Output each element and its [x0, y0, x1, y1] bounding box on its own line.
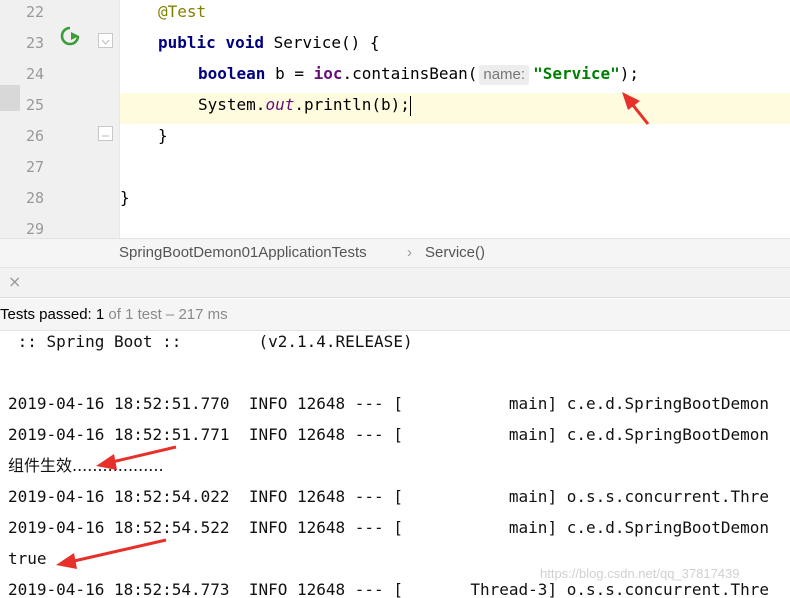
code-editor[interactable]: 22 @Test 23 public void Service() { 24 b…: [0, 0, 790, 238]
brace-token: }: [120, 188, 130, 207]
line-number: 28: [25, 189, 45, 207]
line-number: 26: [25, 127, 45, 145]
code-line-29[interactable]: 29: [0, 217, 790, 238]
console-line: 2019-04-16 18:52:51.771 INFO 12648 --- […: [8, 425, 769, 444]
test-status-bar: Tests passed: 1 of 1 test – 217 ms: [0, 299, 790, 331]
keyword-token: boolean: [198, 64, 266, 83]
code-text[interactable]: public void Service() {: [120, 31, 790, 62]
line-number: 27: [25, 158, 45, 176]
field-token: ioc: [313, 64, 343, 83]
console-line: :: Spring Boot :: (v2.1.4.RELEASE): [8, 332, 413, 351]
line-number: 23: [25, 34, 45, 52]
statement-end-token: );: [619, 64, 640, 83]
breadcrumb-separator: ›: [407, 244, 412, 261]
console-output[interactable]: :: Spring Boot :: (v2.1.4.RELEASE) 2019-…: [0, 331, 790, 598]
line-number: 29: [25, 220, 45, 238]
line-number: 24: [25, 65, 45, 83]
code-line-22[interactable]: 22 @Test: [0, 0, 790, 31]
code-text[interactable]: }: [120, 186, 790, 217]
code-line-23[interactable]: 23 public void Service() {: [0, 31, 790, 62]
code-text[interactable]: @Test: [120, 0, 790, 31]
watermark: https://blog.csdn.net/qq_37817439: [540, 566, 740, 581]
run-test-icon[interactable]: [58, 24, 82, 48]
method-call-token: .containsBean(: [342, 64, 478, 83]
code-line-25[interactable]: 25 System.out.println(b);: [0, 93, 790, 124]
code-line-24[interactable]: 24 boolean b = ioc.containsBean(name: "Se…: [0, 62, 790, 93]
test-status-text: Tests passed: 1 of 1 test – 217 ms: [0, 306, 228, 323]
breadcrumb-class[interactable]: SpringBootDemon01ApplicationTests: [119, 244, 367, 261]
string-literal-token: "Service": [533, 64, 620, 83]
console-line: 2019-04-16 18:52:54.022 INFO 12648 --- […: [8, 487, 769, 506]
fold-marker-icon[interactable]: [98, 126, 113, 141]
code-line-26[interactable]: 26 }: [0, 124, 790, 155]
run-tool-window-header: ×: [0, 268, 790, 298]
code-text[interactable]: [120, 155, 790, 186]
keyword-token: void: [225, 33, 264, 52]
class-token: System.: [198, 95, 266, 114]
console-line: 2019-04-16 18:52:51.770 INFO 12648 --- […: [8, 394, 769, 413]
assignment-token: b =: [265, 64, 314, 83]
code-line-28[interactable]: 28 }: [0, 186, 790, 217]
code-line-27[interactable]: 27: [0, 155, 790, 186]
console-line: 组件生效..................: [8, 456, 164, 475]
annotation-token: @Test: [158, 2, 207, 21]
fold-marker-icon[interactable]: [98, 33, 113, 48]
line-number: 22: [25, 3, 45, 21]
console-line: 2019-04-16 18:52:54.522 INFO 12648 --- […: [8, 518, 769, 537]
line-number: 25: [25, 96, 45, 114]
code-text[interactable]: System.out.println(b);: [120, 93, 790, 124]
code-text[interactable]: [120, 217, 790, 238]
keyword-token: public: [158, 33, 216, 52]
breadcrumb-method[interactable]: Service(): [425, 244, 485, 261]
code-text[interactable]: }: [120, 124, 790, 155]
method-declaration-token: Service() {: [263, 33, 380, 52]
parameter-hint: name:: [479, 65, 530, 85]
console-line: true: [8, 549, 47, 568]
text-caret: [409, 95, 411, 116]
breadcrumb: SpringBootDemon01ApplicationTests › Serv…: [0, 238, 790, 268]
test-summary: of 1 test – 217 ms: [104, 306, 228, 323]
static-field-token: out: [265, 95, 295, 114]
brace-token: }: [158, 126, 168, 145]
close-icon[interactable]: ×: [8, 272, 21, 291]
method-call-token: .println(b);: [294, 95, 410, 114]
tests-passed-label: Tests passed: 1: [0, 306, 105, 323]
code-text[interactable]: boolean b = ioc.containsBean(name: "Servi…: [120, 62, 790, 93]
